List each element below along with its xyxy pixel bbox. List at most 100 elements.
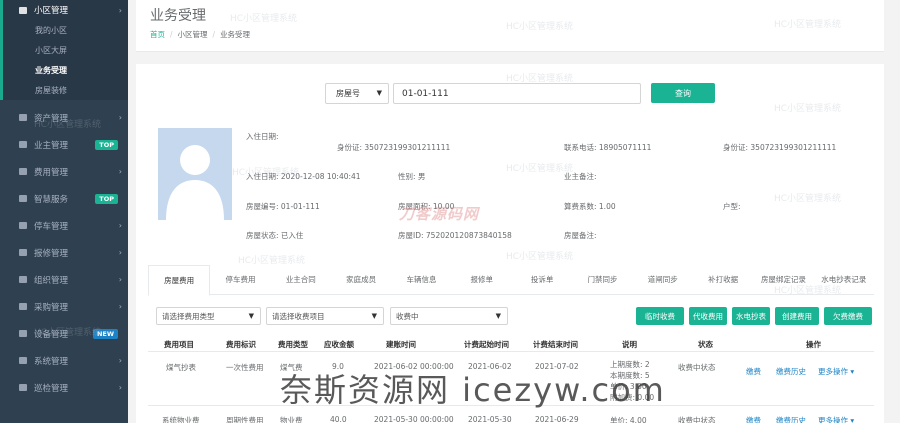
tab-complaint[interactable]: 投诉单: [512, 265, 572, 294]
breadcrumb-community[interactable]: 小区管理: [178, 30, 208, 39]
cell-fee-flag: 一次性费用: [226, 363, 264, 372]
fee-type-value: 请选择费用类型: [162, 311, 215, 321]
tab-family[interactable]: 家庭成员: [331, 265, 391, 294]
room-note: 房屋备注:: [564, 231, 597, 240]
nav-repair[interactable]: 报修管理 ›: [0, 239, 128, 266]
fee-item-value: 请选择收费项目: [272, 311, 325, 321]
cell-end: 2021-07-02: [535, 362, 579, 371]
col-fee-item: 费用项目: [164, 340, 194, 349]
envelope-icon: [19, 195, 27, 202]
search-type-value: 房屋号: [336, 89, 360, 98]
user-icon: [19, 141, 27, 148]
tab-repair[interactable]: 报修单: [452, 265, 512, 294]
create-fee-button[interactable]: 创建费用: [775, 307, 819, 325]
nav-label: 系统管理: [34, 356, 69, 367]
sub-item-my-community[interactable]: 我的小区: [3, 20, 128, 40]
cell-fee-item: 系统物业费: [162, 416, 200, 423]
tab-room-fee[interactable]: 房屋费用: [148, 265, 211, 296]
cell-start: 2021-05-30: [468, 415, 512, 423]
nav-smart[interactable]: 智慧服务 TOP: [0, 185, 128, 212]
nav-community[interactable]: 小区管理 ›: [0, 0, 128, 20]
grid-icon: [19, 114, 27, 121]
cell-fee-type: 煤气费: [280, 363, 303, 372]
col-ops: 操作: [806, 340, 821, 349]
nav-assets[interactable]: 资产管理 ›: [0, 104, 128, 131]
tab-vehicle[interactable]: 车辆信息: [391, 265, 451, 294]
tab-access-sync[interactable]: 门禁同步: [572, 265, 632, 294]
fee-status-value: 收费中: [396, 311, 419, 321]
nav-label: 采购管理: [34, 302, 69, 313]
pay-history-link[interactable]: 缴费历史: [776, 415, 806, 423]
more-ops-link[interactable]: 更多操作 ▾: [818, 366, 854, 377]
col-end: 计费结束时间: [533, 340, 578, 349]
sidebar: 小区管理 › 我的小区 小区大屏 业务受理 房屋装修 资产管理 › 业主管理 T…: [0, 0, 128, 423]
house-type: 户型:: [723, 202, 741, 211]
tab-gate-sync[interactable]: 道闸同步: [633, 265, 693, 294]
id-card: 身份证: 350723199301211111: [337, 143, 451, 152]
room-number: 房屋编号: 01-01-111: [246, 202, 320, 211]
cell-status: 收费中状态: [678, 363, 716, 372]
monitor-icon: [19, 6, 27, 14]
nav-owner[interactable]: 业主管理 TOP: [0, 131, 128, 158]
chevron-right-icon: ›: [118, 275, 122, 284]
cart-icon: [19, 303, 27, 310]
new-badge: NEW: [92, 328, 118, 339]
tab-binding-record[interactable]: 房屋绑定记录: [753, 265, 813, 294]
pay-link[interactable]: 缴费: [746, 415, 761, 423]
col-status: 状态: [698, 340, 713, 349]
page-header: 业务受理 首页 / 小区管理 / 业务受理: [136, 0, 884, 52]
cell-created: 2021-05-30 00:00:00: [374, 415, 454, 423]
nav-inspection[interactable]: 巡检管理 ›: [0, 374, 128, 401]
sub-item-big-screen[interactable]: 小区大屏: [3, 40, 128, 60]
cell-start: 2021-06-02: [468, 362, 512, 371]
tab-reprint[interactable]: 补打收据: [693, 265, 753, 294]
room-number-input[interactable]: 01-01-111: [393, 83, 641, 104]
nav-device[interactable]: 设备管理 NEW: [0, 320, 128, 347]
arrears-pay-button[interactable]: 欠费缴费: [824, 307, 872, 325]
chevron-right-icon: ›: [118, 302, 122, 311]
cell-fee-type: 物业费: [280, 416, 303, 423]
top-badge: TOP: [95, 193, 118, 204]
nav-org[interactable]: 组织管理 ›: [0, 266, 128, 293]
cell-status: 收费中状态: [678, 416, 716, 423]
room-state: 房屋状态: 已入住: [246, 231, 304, 240]
nav-label: 小区管理: [34, 6, 69, 16]
community-subnav: 我的小区 小区大屏 业务受理 房屋装修: [0, 20, 128, 100]
pay-history-link[interactable]: 缴费历史: [776, 366, 806, 377]
breadcrumb-home[interactable]: 首页: [150, 30, 165, 39]
tab-meter-record[interactable]: 水电抄表记录: [814, 265, 874, 294]
tab-owner-contract[interactable]: 业主合同: [271, 265, 331, 294]
nav-purchase[interactable]: 采购管理 ›: [0, 293, 128, 320]
fee-type-select[interactable]: 请选择费用类型 ▼: [156, 307, 261, 325]
sub-item-business[interactable]: 业务受理: [3, 60, 128, 80]
sub-item-decoration[interactable]: 房屋装修: [3, 80, 128, 100]
search-row: 房屋号 ▼ 01-01-111 查询: [325, 83, 715, 104]
cell-note-line: 附加费: 0.00: [610, 393, 655, 402]
collect-fee-button[interactable]: 代收费用: [689, 307, 727, 325]
search-type-select[interactable]: 房屋号 ▼: [325, 83, 389, 104]
nav-parking[interactable]: 停车管理 ›: [0, 212, 128, 239]
cell-amount: 9.0: [332, 362, 344, 371]
nav-label: 停车管理: [34, 221, 69, 232]
temp-charge-button[interactable]: 临时收费: [636, 307, 684, 325]
cell-created: 2021-06-02 00:00:00: [374, 362, 454, 371]
cell-note-line: 本期度数: 5: [610, 371, 650, 380]
pay-link[interactable]: 缴费: [746, 366, 761, 377]
nav-system[interactable]: 系统管理 ›: [0, 347, 128, 374]
main-panel: 房屋号 ▼ 01-01-111 查询 入住日期: 身份证: 3507231993…: [136, 64, 884, 423]
chevron-right-icon: ›: [118, 167, 122, 176]
tab-parking-fee[interactable]: 停车费用: [210, 265, 270, 294]
nav-fee[interactable]: 费用管理 ›: [0, 158, 128, 185]
fee-table-header: 费用项目 费用标识 费用类型 应收金额 建账时间 计费起始时间 计费结束时间 说…: [148, 335, 874, 352]
fee-status-select[interactable]: 收费中 ▼: [390, 307, 508, 325]
breadcrumb-current: 业务受理: [220, 30, 251, 39]
more-ops-link[interactable]: 更多操作 ▾: [818, 415, 854, 423]
contact-phone: 联系电话: 18905071111: [564, 143, 652, 152]
chevron-down-icon: ▼: [495, 312, 501, 320]
meter-reading-button[interactable]: 水电抄表: [732, 307, 770, 325]
chevron-right-icon: ›: [118, 383, 122, 392]
search-button[interactable]: 查询: [651, 83, 715, 103]
fee-item-select[interactable]: 请选择收费项目 ▼: [266, 307, 384, 325]
nav-label: 业主管理: [34, 140, 69, 151]
fee-coefficient: 算费系数: 1.00: [564, 202, 616, 211]
